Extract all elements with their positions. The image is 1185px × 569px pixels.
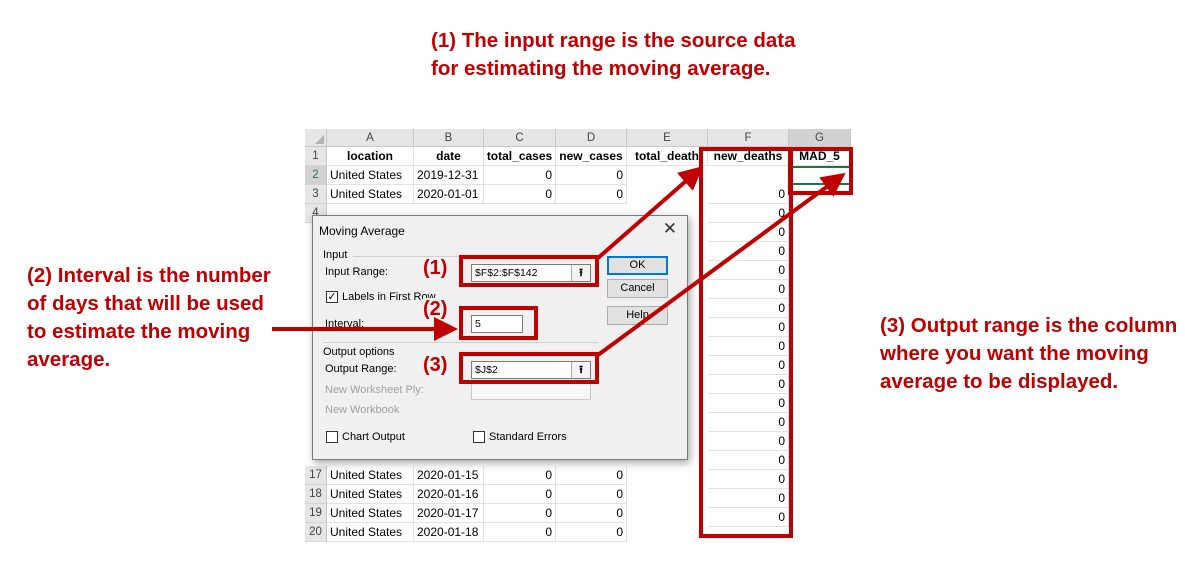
- arrow-output-range: [596, 172, 846, 357]
- annotation-arrows: [272, 166, 846, 357]
- arrow-input-range: [596, 166, 704, 260]
